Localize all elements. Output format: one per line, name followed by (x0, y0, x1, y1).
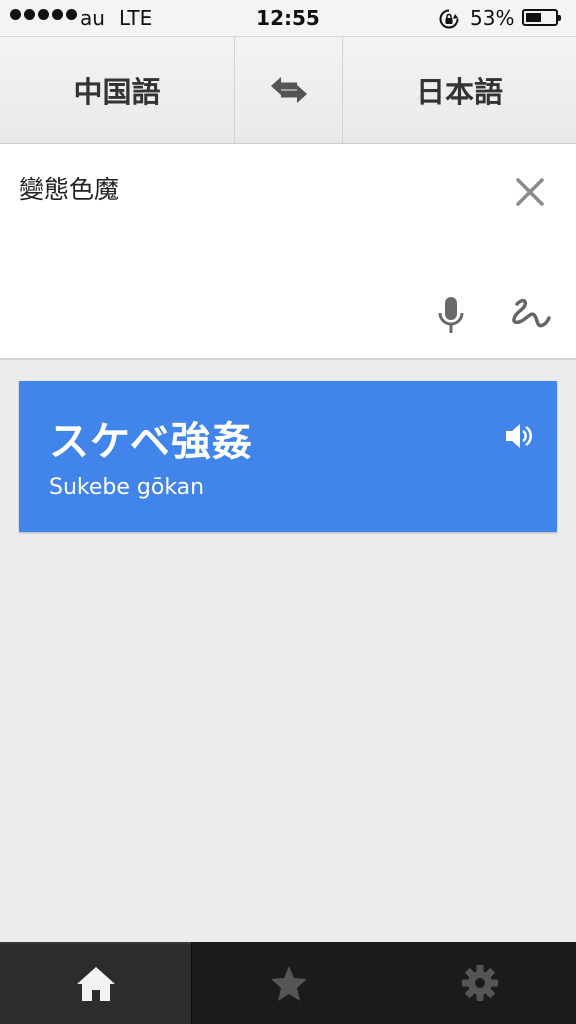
language-bar: 中国語 日本語 (0, 37, 576, 144)
home-icon (76, 967, 115, 1001)
microphone-icon[interactable] (434, 294, 468, 336)
gear-icon (462, 965, 498, 1001)
translation-text: スケベ強姦 (49, 419, 253, 465)
input-text[interactable]: 變態色魔 (19, 170, 119, 206)
source-language-button[interactable]: 中国語 (0, 37, 234, 143)
nav-favorites-tab[interactable] (191, 942, 385, 1024)
nav-home-tab[interactable] (0, 942, 191, 1024)
handwriting-icon[interactable] (507, 294, 553, 334)
transliteration-text: Sukebe gōkan (49, 475, 205, 500)
input-area[interactable]: 變態色魔 (0, 144, 576, 360)
translation-result-card[interactable]: スケベ強姦 Sukebe gōkan (19, 381, 557, 532)
bottom-navigation (0, 942, 576, 1024)
star-icon (270, 966, 307, 1001)
speaker-icon[interactable] (503, 421, 535, 451)
swap-arrows-icon (270, 77, 307, 103)
battery-icon (522, 9, 561, 26)
rotation-lock-icon (439, 9, 459, 29)
battery-percent: 53% (470, 6, 515, 30)
target-language-button[interactable]: 日本語 (343, 37, 576, 143)
status-bar: au LTE 12:55 53% (0, 0, 576, 37)
swap-languages-button[interactable] (234, 37, 343, 143)
close-icon[interactable] (512, 174, 548, 210)
nav-settings-tab[interactable] (384, 942, 576, 1024)
